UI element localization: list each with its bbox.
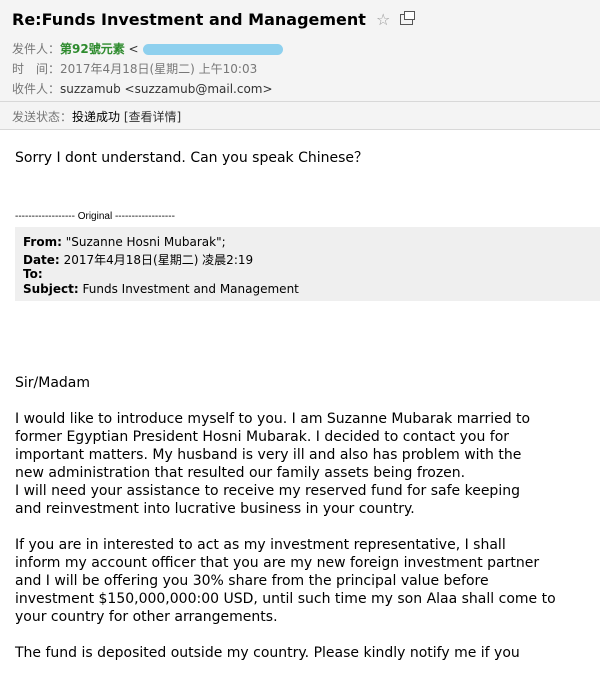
from-label: 发件人： (12, 42, 61, 56)
body-line: important matters. My husband is very il… (15, 447, 522, 463)
send-status-row: 发送状态：投递成功 [查看详情] (12, 108, 181, 125)
body-line: investment $150,000,000:00 USD, until su… (15, 591, 556, 607)
from-row: 发件人：第92號元素 < (12, 40, 283, 57)
original-separator: ------------------ Original ------------… (15, 211, 175, 222)
status-label: 发送状态： (12, 110, 73, 124)
paragraph-2: If you are in interested to act as my in… (15, 536, 600, 626)
original-from: From: "Suzanne Hosni Mubarak"; (23, 235, 226, 249)
subject-row: Re:Funds Investment and Management ☆ (12, 10, 416, 29)
original-to: To: (23, 267, 43, 281)
header-bottom-divider (0, 129, 600, 130)
paragraph-3: The fund is deposited outside my country… (15, 644, 600, 662)
header-divider (0, 101, 600, 102)
reply-text: Sorry I dont understand. Can you speak C… (15, 150, 369, 166)
view-details-link[interactable]: [查看详情] (124, 110, 181, 124)
body-line: former Egyptian President Hosni Mubarak.… (15, 429, 510, 445)
original-subject-value: Funds Investment and Management (82, 282, 299, 296)
body-line: your country for other arrangements. (15, 609, 278, 625)
to-row: 收件人：suzzamub <suzzamub@mail.com> (12, 80, 273, 97)
time-row: 时 间：2017年4月18日(星期二) 上午10:03 (12, 60, 257, 77)
original-from-value: "Suzanne Hosni Mubarak"; (65, 235, 226, 249)
email-header: Re:Funds Investment and Management ☆ 发件人… (0, 0, 600, 130)
original-date: Date: 2017年4月18日(星期二) 凌晨2:19 (23, 251, 253, 268)
body-line: If you are in interested to act as my in… (15, 537, 506, 553)
sender-name[interactable]: 第92號元素 (60, 42, 125, 56)
original-date-key: Date: (23, 253, 60, 267)
body-line: and I will be offering you 30% share fro… (15, 573, 489, 589)
redacted-sender-address (142, 44, 283, 55)
recipient[interactable]: suzzamub <suzzamub@mail.com> (60, 82, 273, 96)
original-subject: Subject: Funds Investment and Management (23, 282, 299, 296)
body-line: I will need your assistance to receive m… (15, 483, 520, 499)
to-label: 收件人： (12, 82, 61, 96)
original-header-block: From: "Suzanne Hosni Mubarak"; Date: 201… (15, 227, 600, 301)
body-line: The fund is deposited outside my country… (15, 645, 520, 661)
star-icon[interactable]: ☆ (376, 10, 390, 29)
email-subject: Re:Funds Investment and Management (12, 10, 366, 29)
status-value: 投递成功 (72, 110, 121, 124)
body-line: inform my account officer that you are m… (15, 555, 540, 571)
paragraph-1: I would like to introduce myself to you.… (15, 410, 600, 518)
original-to-key: To: (23, 267, 43, 281)
sender-address-open: < (128, 42, 139, 56)
new-window-icon[interactable] (400, 11, 416, 25)
body-line: I would like to introduce myself to you.… (15, 411, 531, 427)
original-from-key: From: (23, 235, 62, 249)
body-line: new administration that resulted our fam… (15, 465, 466, 481)
time-value: 2017年4月18日(星期二) 上午10:03 (60, 62, 258, 76)
greeting: Sir/Madam (15, 375, 91, 391)
time-label: 时 间： (12, 62, 61, 76)
original-date-value: 2017年4月18日(星期二) 凌晨2:19 (63, 253, 254, 267)
original-subject-key: Subject: (23, 282, 79, 296)
body-line: and reinvestment into lucrative business… (15, 501, 415, 517)
message-body: Sir/Madam I would like to introduce myse… (15, 374, 600, 680)
